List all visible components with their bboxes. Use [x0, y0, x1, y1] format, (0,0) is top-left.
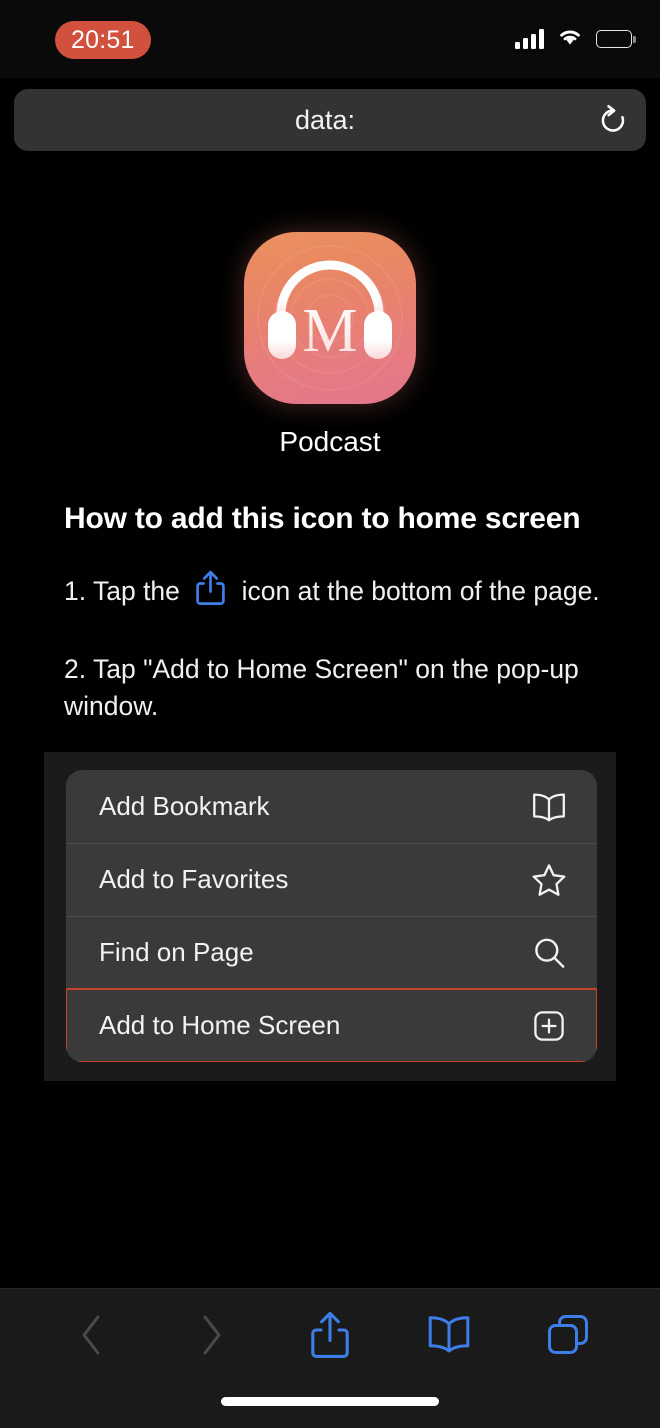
back-button[interactable] — [32, 1289, 151, 1381]
reload-icon[interactable] — [590, 104, 636, 136]
headphones-icon: M — [268, 260, 392, 365]
status-bar-time-pill: 20:51 — [55, 21, 151, 59]
search-icon — [529, 936, 569, 970]
chevron-right-icon — [203, 1315, 221, 1355]
menu-item-add-to-home-screen[interactable]: Add to Home Screen — [66, 988, 597, 1062]
url-input[interactable]: data: — [14, 105, 590, 136]
share-button[interactable] — [270, 1289, 389, 1381]
status-bar-time: 20:51 — [71, 25, 135, 54]
book-icon — [529, 792, 569, 822]
tabs-button[interactable] — [509, 1289, 628, 1381]
page-title: How to add this icon to home screen — [64, 502, 581, 535]
home-indicator — [221, 1397, 439, 1406]
status-bar: 20:51 — [0, 0, 660, 78]
podcast-app-icon: M — [244, 232, 416, 404]
share-menu-list: Add Bookmark Add to Favorites Find on Pa… — [66, 770, 597, 1062]
cellular-signal-icon — [515, 29, 544, 49]
star-icon — [529, 863, 569, 897]
phone-screen: 20:51 data: M Podcast How to add this ic… — [0, 0, 660, 1428]
browser-toolbar — [0, 1288, 660, 1428]
menu-item-add-bookmark[interactable]: Add Bookmark — [66, 770, 597, 843]
forward-button[interactable] — [151, 1289, 270, 1381]
menu-item-label: Add Bookmark — [99, 791, 270, 821]
menu-item-add-to-favorites[interactable]: Add to Favorites — [66, 843, 597, 916]
menu-item-find-on-page[interactable]: Find on Page — [66, 916, 597, 989]
instruction-step-2: 2. Tap "Add to Home Screen" on the pop-u… — [64, 653, 579, 722]
share-icon — [311, 1311, 349, 1358]
wifi-icon — [557, 27, 583, 51]
svg-text:M: M — [302, 297, 357, 365]
url-bar[interactable]: data: — [14, 89, 646, 151]
step-1-text-before: 1. Tap the — [64, 576, 180, 606]
plus-square-icon — [529, 1010, 569, 1042]
app-name-label: Podcast — [279, 426, 381, 457]
web-page-content: M Podcast How to add this icon to home s… — [0, 170, 660, 1288]
menu-item-label: Find on Page — [99, 937, 254, 967]
book-icon — [428, 1316, 470, 1353]
menu-item-label: Add to Home Screen — [99, 1010, 341, 1040]
status-bar-indicators — [515, 27, 636, 51]
app-icon-container: M — [0, 232, 660, 404]
menu-item-label: Add to Favorites — [99, 864, 289, 894]
battery-icon — [596, 30, 636, 48]
step-1-text-after: icon at the bottom of the page. — [241, 576, 600, 606]
share-menu-panel: Add Bookmark Add to Favorites Find on Pa… — [44, 752, 616, 1081]
instruction-step-1: 1. Tap the icon at the bottom of the pag… — [64, 570, 610, 617]
bookmarks-button[interactable] — [390, 1289, 509, 1381]
tabs-icon — [548, 1315, 589, 1354]
share-icon — [196, 570, 226, 617]
chevron-left-icon — [82, 1315, 100, 1355]
